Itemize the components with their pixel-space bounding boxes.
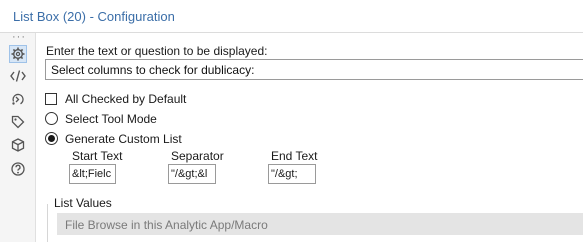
start-text-label: Start Text xyxy=(72,149,123,163)
tag-icon[interactable] xyxy=(9,113,27,131)
end-text-label: End Text xyxy=(271,149,318,163)
all-checked-label: All Checked by Default xyxy=(65,91,187,106)
prompt-label: Enter the text or question to be display… xyxy=(46,44,268,58)
configuration-toolbar: ··· xyxy=(0,32,36,242)
radio-circle[interactable] xyxy=(45,112,58,125)
window-title: List Box (20) - Configuration xyxy=(13,9,175,24)
code-icon[interactable] xyxy=(9,67,27,85)
list-values-dropdown: File Browse in this Analytic App/Macro xyxy=(57,213,583,235)
separator-label: Separator xyxy=(171,149,224,163)
generate-custom-list-radio[interactable]: Generate Custom List xyxy=(45,131,182,146)
help-icon[interactable] xyxy=(9,160,27,178)
separator-input[interactable]: "/&gt;&l xyxy=(168,164,216,184)
end-text-input[interactable]: "/&gt; xyxy=(268,164,316,184)
gear-icon[interactable] xyxy=(9,45,27,63)
title-bar: List Box (20) - Configuration xyxy=(0,0,583,33)
list-values-label: List Values xyxy=(54,196,112,210)
checkbox-box[interactable] xyxy=(45,92,57,105)
all-checked-by-default-checkbox[interactable]: All Checked by Default xyxy=(45,91,186,106)
start-text-input[interactable]: &lt;Fielc xyxy=(69,164,116,184)
generate-custom-list-label: Generate Custom List xyxy=(65,131,182,146)
group-divider xyxy=(47,204,48,242)
select-tool-mode-radio[interactable]: Select Tool Mode xyxy=(45,111,157,126)
radio-circle-selected[interactable] xyxy=(45,132,58,145)
prompt-text-input[interactable]: Select columns to check for dublicacy: xyxy=(45,59,583,80)
cube-icon[interactable] xyxy=(9,136,27,154)
overflow-dots-icon[interactable]: ··· xyxy=(12,32,26,43)
select-tool-mode-label: Select Tool Mode xyxy=(65,111,157,126)
connection-icon[interactable] xyxy=(9,90,27,108)
configuration-panel: Enter the text or question to be display… xyxy=(36,33,583,242)
